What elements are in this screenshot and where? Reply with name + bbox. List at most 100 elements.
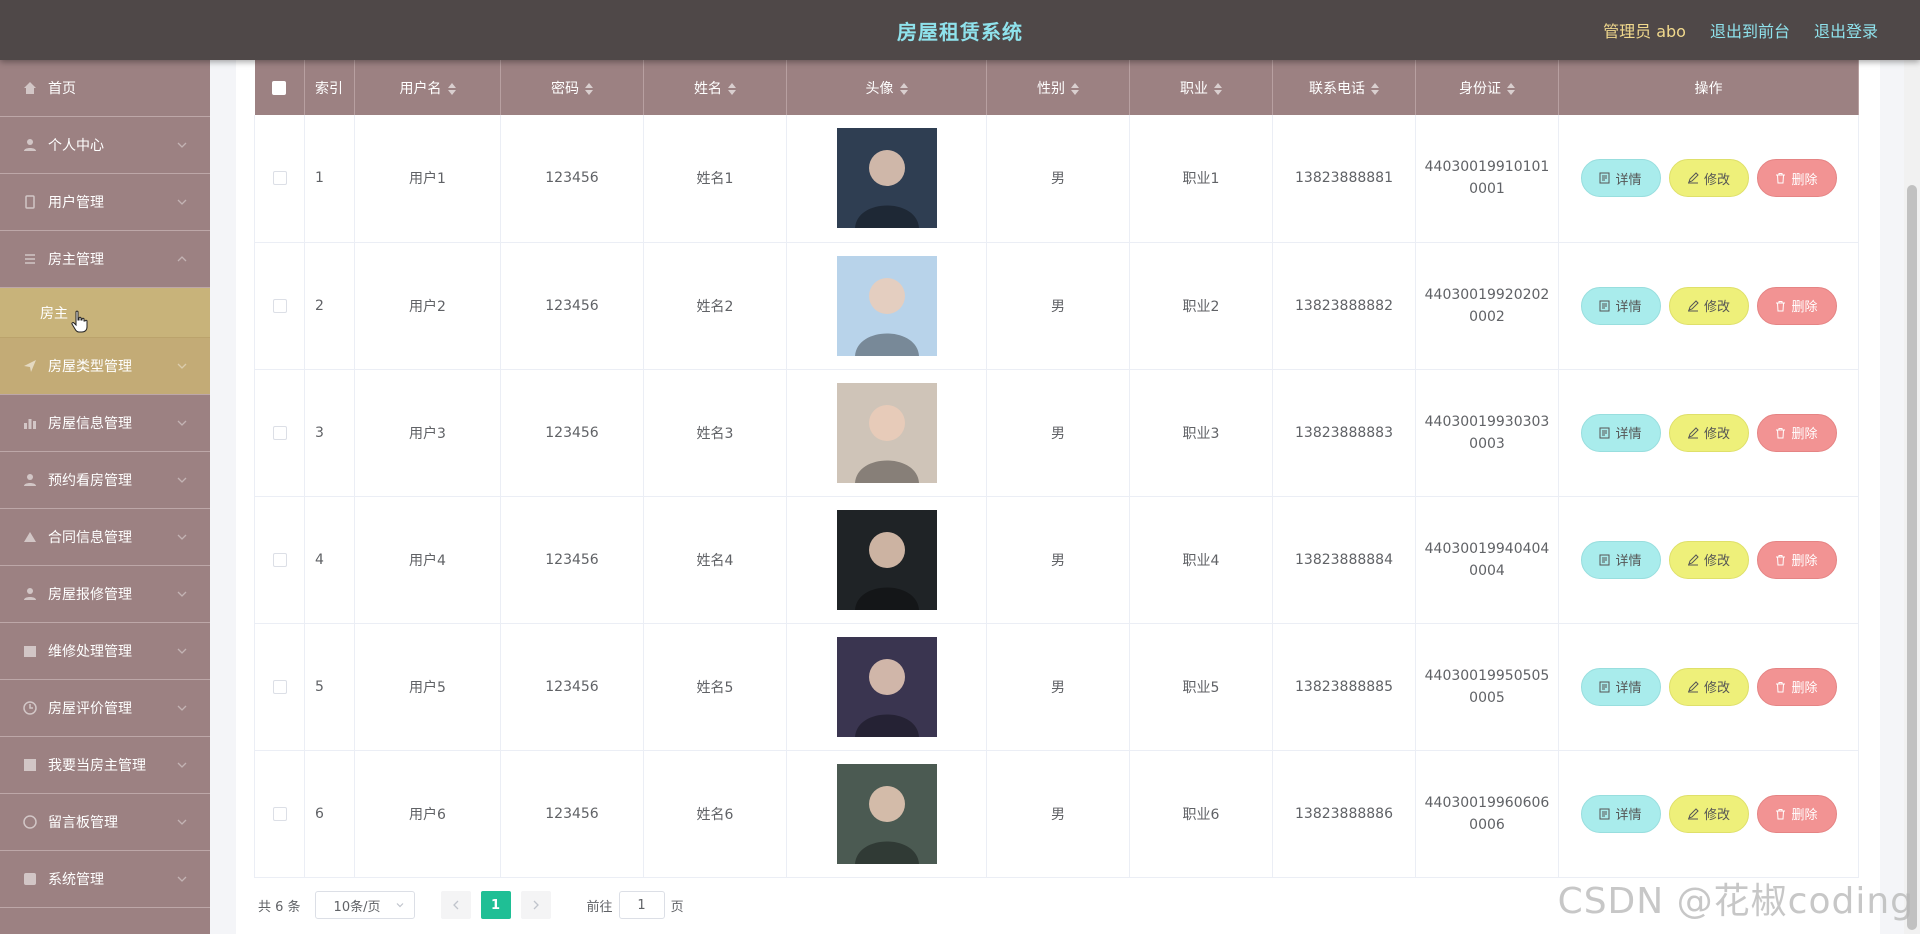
sort-icon[interactable] <box>899 82 908 95</box>
column-header-name[interactable]: 姓名 <box>643 60 787 115</box>
sidebar-item-message-board[interactable]: 留言板管理 <box>0 794 210 851</box>
select-all-checkbox[interactable] <box>272 80 287 95</box>
cell-password: 123456 <box>500 115 644 243</box>
table-row[interactable]: 6 用户6 123456 姓名6 男职业6 13823888886 440300199606… <box>254 750 1859 878</box>
row-checkbox[interactable] <box>272 806 287 821</box>
column-label: 身份证 <box>1459 80 1501 97</box>
detail-button[interactable]: 详情 <box>1580 794 1661 833</box>
cell-index: 6 <box>304 750 355 878</box>
page-number-1[interactable]: 1 <box>480 891 511 919</box>
chevron-down-icon <box>177 534 187 540</box>
column-header-gender[interactable]: 性别 <box>986 60 1130 115</box>
chevron-down-icon <box>177 420 187 426</box>
delete-button[interactable]: 删除 <box>1756 540 1837 579</box>
edit-button[interactable]: 修改 <box>1668 413 1749 452</box>
sidebar-item-viewing-appointments[interactable]: 预约看房管理 <box>0 452 210 509</box>
delete-button[interactable]: 删除 <box>1756 667 1837 706</box>
row-checkbox[interactable] <box>272 552 287 567</box>
edit-button[interactable]: 修改 <box>1668 286 1749 325</box>
prev-page-button[interactable] <box>440 891 471 919</box>
row-checkbox[interactable] <box>272 298 287 313</box>
column-header-phone[interactable]: 联系电话 <box>1272 60 1416 115</box>
list-icon <box>22 251 38 267</box>
edit-button[interactable]: 修改 <box>1668 794 1749 833</box>
clock-icon <box>22 700 38 716</box>
calendar-icon <box>22 643 38 659</box>
detail-button-label: 详情 <box>1615 172 1642 188</box>
column-header-password[interactable]: 密码 <box>500 60 644 115</box>
edit-button[interactable]: 修改 <box>1668 159 1749 198</box>
scrollbar-thumb[interactable] <box>1907 185 1917 930</box>
watermark: CSDN @花椒coding <box>1557 881 1914 922</box>
delete-icon <box>1776 808 1786 819</box>
avatar-image[interactable] <box>836 255 937 356</box>
table-row[interactable]: 3 用户3 123456 姓名3 男职业3 13823888883 440300199303… <box>254 369 1859 497</box>
avatar-image[interactable] <box>836 763 937 864</box>
next-page-button[interactable] <box>520 891 551 919</box>
sidebar-item-house-info[interactable]: 房屋信息管理 <box>0 395 210 452</box>
sidebar-item-landlords[interactable]: 房主管理 <box>0 231 210 288</box>
logout-link[interactable]: 退出登录 <box>1814 18 1878 42</box>
column-header-username[interactable]: 用户名 <box>354 60 501 115</box>
edit-button[interactable]: 修改 <box>1668 667 1749 706</box>
detail-button[interactable]: 详情 <box>1580 413 1661 452</box>
select-all-header <box>254 60 305 115</box>
cell-gender: 男 <box>986 115 1130 243</box>
sidebar-item-repairs[interactable]: 房屋报修管理 <box>0 566 210 623</box>
table-row[interactable]: 5 用户5 123456 姓名5 男职业5 13823888885 440300199505… <box>254 623 1859 751</box>
settings-icon <box>22 871 38 887</box>
sidebar-item-label: 房屋评价管理 <box>48 701 132 717</box>
table-row[interactable]: 4 用户4 123456 姓名4 男职业4 13823888884 440300199404… <box>254 496 1859 624</box>
cell-actions: 详情 修改 删除 <box>1558 115 1859 243</box>
sidebar-item-contracts[interactable]: 合同信息管理 <box>0 509 210 566</box>
detail-button[interactable]: 详情 <box>1580 540 1661 579</box>
table-row[interactable]: 1 用户1 123456 姓名1 男职业1 13823888881 440300199101… <box>254 115 1859 243</box>
delete-button[interactable]: 删除 <box>1756 413 1837 452</box>
avatar-image[interactable] <box>836 636 937 737</box>
sidebar-item-house-types[interactable]: 房屋类型管理 <box>0 338 210 395</box>
sort-icon[interactable] <box>447 82 456 95</box>
detail-button[interactable]: 详情 <box>1580 667 1661 706</box>
column-header-job[interactable]: 职业 <box>1129 60 1273 115</box>
sort-icon[interactable] <box>1371 82 1379 95</box>
chevron-down-icon <box>177 363 187 369</box>
row-checkbox[interactable] <box>272 425 287 440</box>
sort-icon[interactable] <box>1071 82 1079 95</box>
avatar-image[interactable] <box>836 128 937 229</box>
sidebar-item-reviews[interactable]: 房屋评价管理 <box>0 680 210 737</box>
detail-button[interactable]: 详情 <box>1580 159 1661 198</box>
sidebar-item-profile[interactable]: 个人中心 <box>0 117 210 174</box>
sidebar-item-become-landlord[interactable]: 我要当房主管理 <box>0 737 210 794</box>
page-size-select[interactable]: 10条/页 <box>314 891 415 919</box>
row-checkbox[interactable] <box>272 171 287 186</box>
delete-button[interactable]: 删除 <box>1756 286 1837 325</box>
detail-icon <box>1599 808 1610 819</box>
edit-button-label: 修改 <box>1703 554 1730 569</box>
column-header-idcard[interactable]: 身份证 <box>1415 60 1559 115</box>
table-row[interactable]: 2 用户2 123456 姓名2 男职业2 13823888882 440300199202… <box>254 242 1859 370</box>
delete-button[interactable]: 删除 <box>1756 159 1837 198</box>
exit-to-front-link[interactable]: 退出到前台 <box>1710 18 1790 42</box>
sidebar-item-system[interactable]: 系统管理 <box>0 851 210 908</box>
sort-icon[interactable] <box>728 82 736 95</box>
cell-phone: 13823888885 <box>1272 623 1416 751</box>
sidebar-item-users[interactable]: 用户管理 <box>0 174 210 231</box>
cell-gender: 男 <box>986 369 1130 497</box>
delete-button[interactable]: 删除 <box>1756 794 1837 833</box>
detail-button-label: 详情 <box>1615 300 1642 315</box>
sort-icon[interactable] <box>585 82 593 95</box>
detail-button[interactable]: 详情 <box>1580 286 1661 325</box>
avatar-image[interactable] <box>836 509 937 610</box>
cell-gender: 男 <box>986 623 1130 751</box>
row-checkbox[interactable] <box>272 679 287 694</box>
sidebar-item-home[interactable]: 首页 <box>0 60 210 117</box>
sort-icon[interactable] <box>1214 82 1222 95</box>
avatar-image[interactable] <box>836 382 937 483</box>
edit-button[interactable]: 修改 <box>1668 540 1749 579</box>
sidebar-item-repair-handling[interactable]: 维修处理管理 <box>0 623 210 680</box>
sidebar-subitem-landlord[interactable]: 房主 <box>0 288 210 338</box>
column-header-avatar[interactable]: 头像 <box>786 60 987 115</box>
sort-icon[interactable] <box>1507 82 1515 95</box>
goto-page-input[interactable]: 1 <box>618 891 665 919</box>
top-header: 房屋租赁系统 管理员 abo 退出到前台 退出登录 <box>0 0 1920 60</box>
